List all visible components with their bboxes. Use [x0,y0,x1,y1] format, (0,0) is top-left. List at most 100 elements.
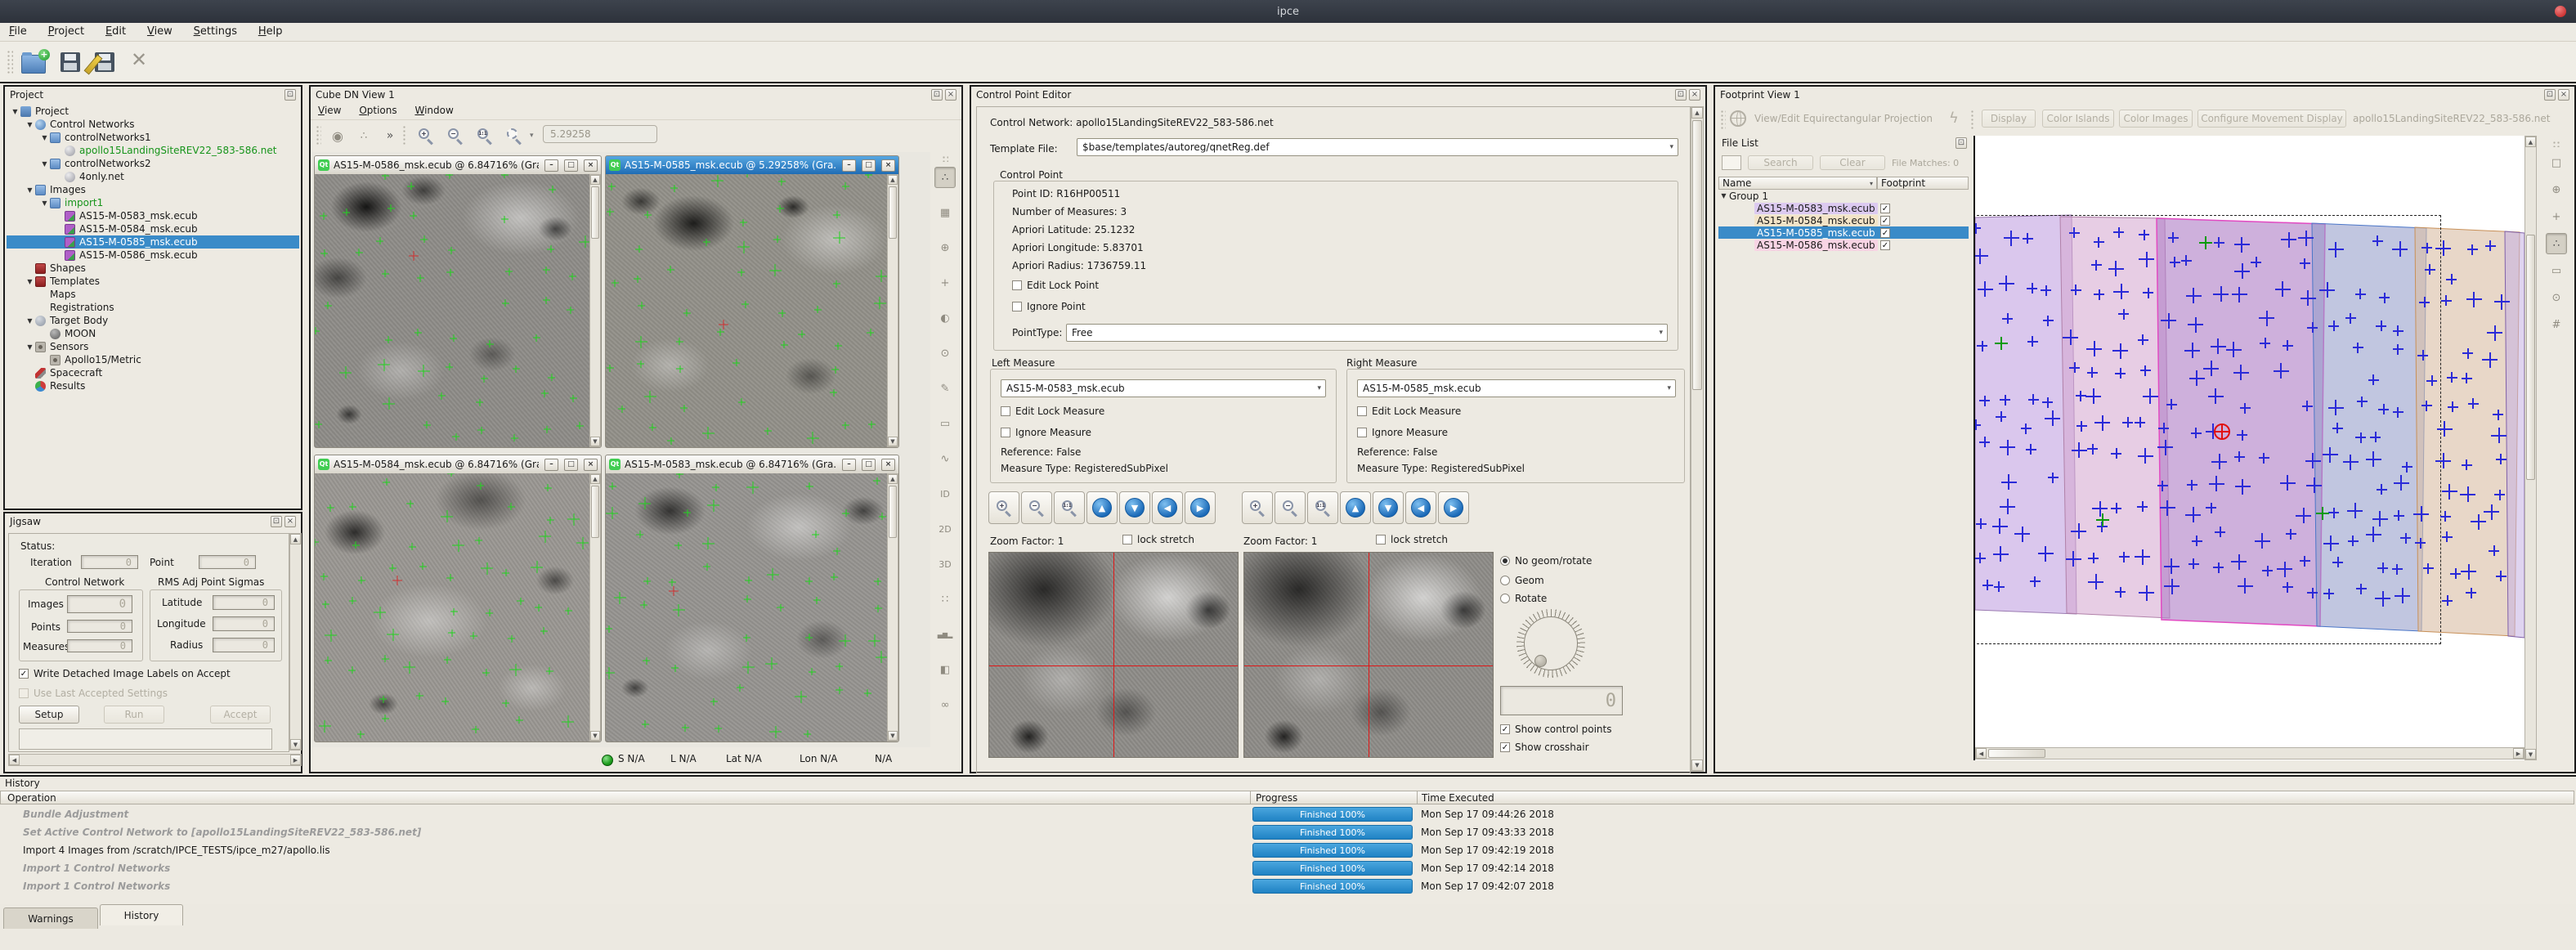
close-project-icon[interactable]: ✕ [131,48,147,71]
tree-item[interactable]: Registrations [7,301,299,314]
expander-icon[interactable]: ▼ [25,121,35,128]
statistics-icon[interactable]: ◧ [934,659,956,680]
left-measure-chip[interactable] [988,552,1239,758]
pan-right-button[interactable]: ▶ [1438,491,1469,524]
history-titlebar[interactable]: History [0,777,2576,790]
right-measure-chip[interactable] [1243,552,1494,758]
tree-item[interactable]: 4only.net [7,170,299,183]
zoom-actual-button[interactable]: 1:1 [1307,491,1338,524]
zoom-in-button[interactable]: + [988,491,1019,524]
tree-item[interactable]: Apollo15/Metric [7,353,299,366]
cube-window-titlebar[interactable]: QtAS15-M-0583_msk.ecub @ 6.84716% (Gra..… [606,455,898,473]
pan-left-button[interactable]: ◀ [1152,491,1183,524]
expander-icon[interactable]: ▼ [39,160,50,168]
pan-up-button[interactable]: ▲ [1340,491,1371,524]
link-tool-icon[interactable]: ∴ [2546,233,2567,254]
expander-icon[interactable]: ▼ [25,317,35,325]
left-lock-stretch-checkbox[interactable]: lock stretch [1122,534,1194,545]
toolbar-grip[interactable] [942,155,948,162]
file-list-row[interactable]: AS15-M-0583_msk.ecub✓ [1718,202,1969,214]
left-edit-lock-checkbox[interactable]: Edit Lock Measure [1001,406,1104,417]
cube-image-view[interactable]: ▲▼ [606,174,898,447]
file-list-row[interactable]: AS15-M-0584_msk.ecub✓ [1718,214,1969,226]
cube-image-view[interactable]: ▲▼ [315,473,601,742]
no-geom-radio[interactable]: No geom/rotate [1500,555,1592,567]
zoom-value-input[interactable] [543,125,657,143]
cube-menu-window[interactable]: Window [407,103,460,118]
close-icon[interactable]: × [284,516,296,527]
right-ignore-checkbox[interactable]: Ignore Measure [1357,427,1448,438]
open-project-icon[interactable]: + [21,55,46,74]
maximize-icon[interactable]: □ [564,459,578,471]
toolbar-grip[interactable] [7,50,13,74]
operation-column-header[interactable]: Operation [1,792,56,804]
rotation-dial[interactable] [1516,609,1585,678]
cpe-titlebar[interactable]: Control Point Editor ⊡× [971,87,1705,103]
tree-item[interactable]: ▼Images [7,183,299,196]
ignore-point-checkbox[interactable]: Ignore Point [1012,301,1086,312]
minimize-icon[interactable]: – [544,459,558,471]
project-panel-titlebar[interactable]: Project ⊡ [5,87,301,103]
history-row[interactable]: Set Active Control Network to [apollo15L… [0,824,2576,842]
eye-icon[interactable]: ◉ [327,125,348,146]
accept-button[interactable]: Accept [210,706,271,724]
cube-vscrollbar[interactable]: ▲▼ [589,174,601,447]
pan-down-button[interactable]: ▼ [1373,491,1404,524]
history-row[interactable]: Import 1 Control NetworksFinished 100%Mo… [0,878,2576,896]
display-button[interactable]: Display [1982,110,2036,128]
left-ignore-checkbox[interactable]: Ignore Measure [1001,427,1091,438]
cube-window[interactable]: QtAS15-M-0583_msk.ecub @ 6.84716% (Gra..… [605,455,899,742]
tree-item[interactable]: ▼controlNetworks2 [7,157,299,170]
cube-window[interactable]: QtAS15-M-0586_msk.ecub @ 6.84716% (Gra..… [314,155,602,448]
edit-lock-point-checkbox[interactable]: Edit Lock Point [1012,280,1099,291]
projection-toolbutton[interactable]: View/Edit Equirectangular Projection [1754,113,1933,124]
float-icon[interactable]: ⊡ [271,516,282,527]
file-group-row[interactable]: ▼Group 1 [1718,190,1969,202]
chevron-down-icon[interactable]: ▾ [530,132,534,140]
tree-item[interactable]: Spacecraft [7,366,299,379]
cube-menu-options[interactable]: Options [352,103,404,118]
tree-item[interactable]: apollo15LandingSiteREV22_583-586.net [7,144,299,157]
toolbar-grip[interactable] [402,125,406,146]
zoom-tool-icon[interactable]: ⊕ [934,237,956,258]
float-icon[interactable]: ⊡ [1675,89,1687,101]
cube-menu-view[interactable]: View [311,103,348,118]
right-lock-stretch-checkbox[interactable]: lock stretch [1376,534,1448,545]
zoom-fit-button[interactable] [500,123,528,149]
tree-item[interactable]: ▼Sensors [7,340,299,353]
time-column-header[interactable]: Time Executed [1422,792,1494,804]
file-list-row[interactable]: AS15-M-0586_msk.ecub✓ [1718,239,1969,251]
menu-settings[interactable]: Settings [185,23,246,40]
close-icon[interactable]: × [881,159,895,172]
menu-edit[interactable]: Edit [96,23,135,40]
footprint-checkbox[interactable]: ✓ [1880,204,1890,213]
tree-item[interactable]: AS15-M-0585_msk.ecub [7,235,299,249]
cube-vscrollbar[interactable]: ▲▼ [589,473,601,742]
menu-help[interactable]: Help [249,23,292,40]
template-file-combo[interactable]: $base/templates/autoreg/qnetReg.def [1077,138,1678,156]
float-icon[interactable]: ⊡ [2544,89,2556,101]
tree-item[interactable]: ▼import1 [7,196,299,209]
cube-window[interactable]: QtAS15-M-0584_msk.ecub @ 6.84716% (Gra..… [314,455,602,742]
select-tool-icon[interactable]: □ [2546,152,2567,173]
id-tool-icon[interactable]: ID [934,483,956,504]
float-icon[interactable]: ⊡ [284,89,296,101]
file-list-titlebar[interactable]: File List ⊡ [1717,136,1972,150]
cube-window[interactable]: QtAS15-M-0585_msk.ecub @ 5.29258% (Gra..… [605,155,899,448]
measure-tool-icon[interactable]: ▭ [934,413,956,434]
write-detached-checkbox[interactable]: Write Detached Image Labels on Accept [19,668,231,679]
file-list-row[interactable]: AS15-M-0585_msk.ecub✓ [1718,226,1969,239]
plot-2d-icon[interactable]: 2D [934,518,956,540]
dial-knob[interactable] [1534,655,1547,667]
zoom-in-button[interactable]: + [1242,491,1273,524]
geom-radio[interactable]: Geom [1500,575,1544,586]
toolbar-grip[interactable] [316,125,321,146]
cube-image-view[interactable]: ▲▼ [315,174,601,447]
expander-icon[interactable]: ▼ [10,108,20,115]
expander-icon[interactable]: ▼ [39,134,50,141]
expander-icon[interactable]: ▼ [25,186,35,194]
maximize-icon[interactable]: □ [564,159,578,172]
history-row[interactable]: Bundle AdjustmentFinished 100%Mon Sep 17… [0,806,2576,824]
pan-up-button[interactable]: ▲ [1086,491,1118,524]
pan-tool-icon[interactable]: + [2546,206,2567,227]
